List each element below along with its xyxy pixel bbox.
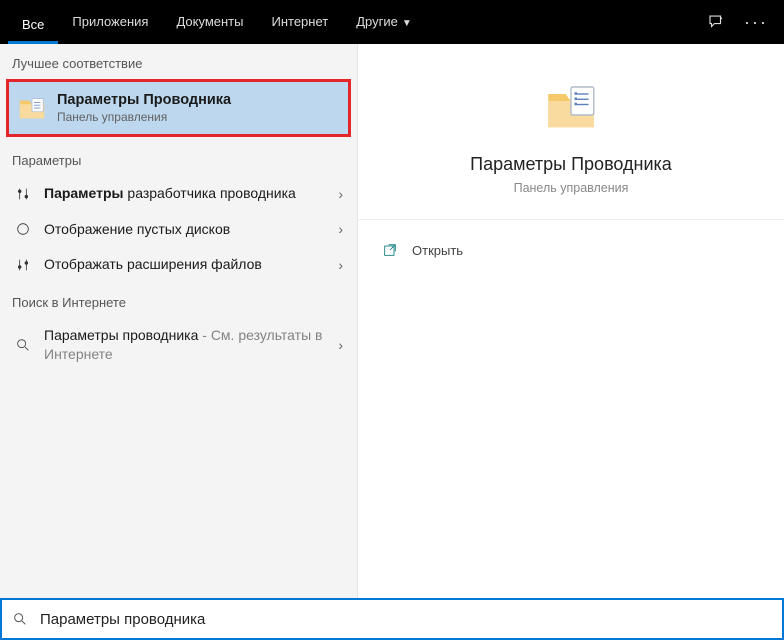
chevron-right-icon: › [334,221,347,237]
tab-more-label: Другие [356,14,398,29]
search-icon [12,611,28,627]
best-match-header: Лучшее соответствие [0,44,357,79]
open-action[interactable]: Открыть [382,234,760,266]
feedback-icon[interactable] [696,0,736,44]
search-filter-tabs: Все Приложения Документы Интернет Другие… [0,0,784,44]
best-match-title: Параметры Проводника [57,92,231,108]
tab-apps[interactable]: Приложения [58,0,162,44]
tab-web[interactable]: Интернет [257,0,342,44]
settings-section-header: Параметры [0,141,357,176]
detail-panel: Параметры Проводника Панель управления О… [358,44,784,598]
settings-result-developer[interactable]: Параметры разработчика проводника › [0,176,357,212]
chevron-right-icon: › [334,257,347,273]
search-icon [12,337,34,353]
results-panel: Лучшее соответствие Параметры Проводника… [0,44,358,598]
open-icon [382,242,398,258]
detail-title: Параметры Проводника [470,154,672,175]
chevron-down-icon: ▼ [402,18,412,29]
chevron-right-icon: › [334,186,347,202]
open-action-label: Открыть [412,243,463,258]
web-section-header: Поиск в Интернете [0,283,357,318]
search-input[interactable] [40,611,772,628]
settings-result-label: Параметры разработчика проводника [44,184,334,204]
best-match-subtitle: Панель управления [57,110,231,124]
sliders-icon [12,257,34,273]
sliders-icon [12,186,34,202]
settings-result-label: Отображение пустых дисков [44,220,334,240]
folder-options-icon [543,80,599,136]
folder-options-icon [17,93,47,123]
web-result-row[interactable]: Параметры проводника - См. результаты в … [0,318,357,373]
settings-result-empty-drives[interactable]: Отображение пустых дисков › [0,212,357,248]
tab-documents[interactable]: Документы [162,0,257,44]
settings-result-label: Отображать расширения файлов [44,255,334,275]
best-match-result[interactable]: Параметры Проводника Панель управления [6,79,351,137]
chevron-right-icon: › [334,337,347,353]
web-result-label: Параметры проводника - См. результаты в … [44,326,334,365]
more-options-icon[interactable]: ··· [736,0,776,44]
circle-icon [12,221,34,237]
tab-all[interactable]: Все [8,0,58,44]
detail-subtitle: Панель управления [514,181,629,195]
tab-more[interactable]: Другие ▼ [342,0,426,44]
settings-result-extensions[interactable]: Отображать расширения файлов › [0,247,357,283]
search-bar[interactable] [0,598,784,640]
